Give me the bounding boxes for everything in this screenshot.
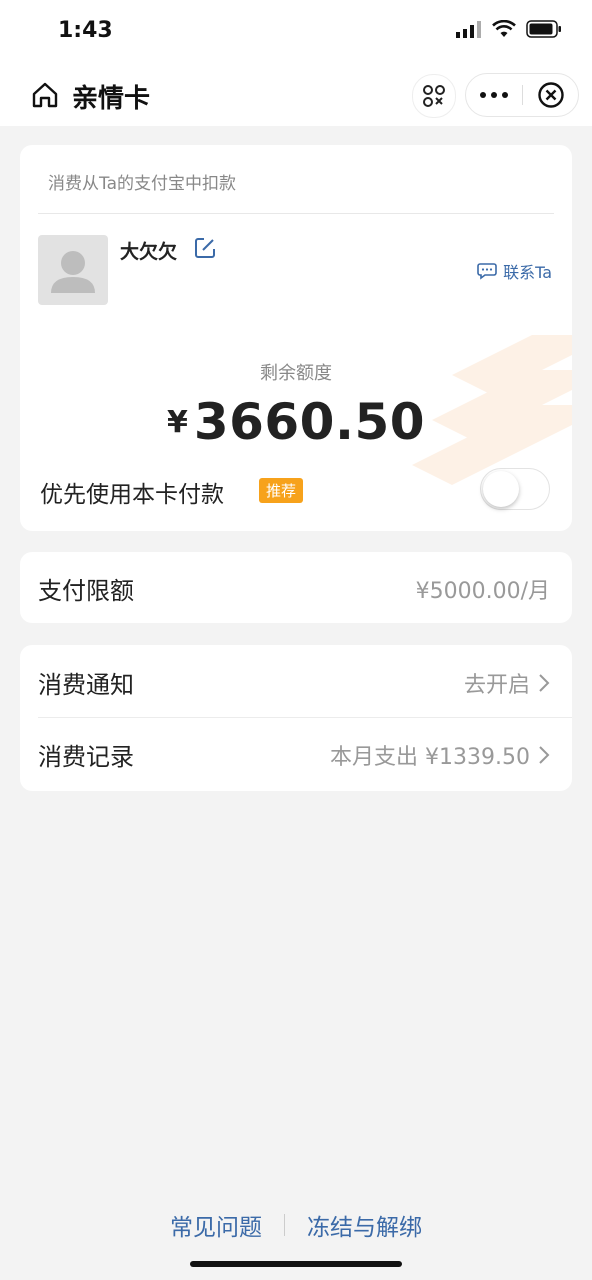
currency-symbol: ¥ (166, 404, 188, 440)
consumption-notify-label: 消费通知 (38, 671, 134, 699)
more-button[interactable] (466, 91, 522, 99)
status-time: 1:43 (58, 18, 113, 43)
toggle-knob (483, 471, 519, 507)
home-indicator (190, 1261, 402, 1267)
consumption-record-label: 消费记录 (38, 743, 134, 771)
status-bar: 1:43 (0, 0, 592, 64)
card-divider (38, 213, 554, 214)
consumption-notify-value: 去开启 (464, 667, 550, 699)
footer-divider (284, 1214, 285, 1236)
prefer-card-toggle[interactable] (480, 468, 550, 510)
consumption-notify-row[interactable]: 消费通知 去开启 (20, 645, 572, 717)
battery-icon (526, 20, 561, 38)
remaining-amount-value: 3660.50 (193, 393, 426, 451)
scan-button[interactable] (412, 74, 456, 118)
faq-link[interactable]: 常见问题 (170, 1208, 262, 1242)
default-avatar-icon (51, 251, 95, 293)
deduct-note: 消费从Ta的支付宝中扣款 (48, 174, 236, 194)
consumption-panel: 消费通知 去开启 消费记录 本月支出 ¥1339.50 (20, 645, 572, 791)
payment-limit-amount: ¥5000.00/月 (415, 579, 550, 604)
consumption-record-value: 本月支出 ¥1339.50 (330, 739, 550, 771)
family-card-panel: 消费从Ta的支付宝中扣款 大欠欠 联系Ta 剩余额度 ¥3660.50 优先使用… (20, 145, 572, 531)
username: 大欠欠 (120, 241, 178, 263)
mini-program-capsule (465, 73, 579, 117)
footer-links: 常见问题 冻结与解绑 (0, 1208, 592, 1242)
freeze-unbind-link[interactable]: 冻结与解绑 (307, 1208, 422, 1242)
contact-label: 联系Ta (503, 263, 552, 282)
remaining-label: 剩余额度 (260, 363, 332, 384)
contact-button[interactable]: 联系Ta (477, 259, 552, 283)
prefer-card-label: 优先使用本卡付款 (40, 482, 224, 508)
consumption-record-row[interactable]: 消费记录 本月支出 ¥1339.50 (20, 718, 572, 791)
wifi-icon (492, 20, 516, 37)
payment-limit-label: 支付限额 (38, 577, 134, 605)
home-icon[interactable] (30, 80, 60, 110)
more-dots-icon (480, 92, 508, 98)
page-title: 亲情卡 (72, 84, 151, 114)
payment-limit-row[interactable]: 支付限额 ¥5000.00/月 (20, 552, 572, 623)
payment-limit-value: ¥5000.00/月 (416, 573, 550, 605)
remaining-amount: ¥3660.50 (20, 393, 572, 451)
nav-bar: 亲情卡 (0, 64, 592, 126)
chevron-right-icon (539, 674, 550, 692)
avatar (38, 235, 108, 305)
monthly-spend: 本月支出 ¥1339.50 (330, 745, 530, 770)
chevron-right-icon (539, 746, 550, 764)
recommend-badge: 推荐 (259, 478, 304, 503)
close-button[interactable] (523, 81, 578, 109)
close-circle-icon (537, 82, 564, 108)
consumption-notify-action: 去开启 (463, 673, 530, 698)
cellular-signal-icon (456, 21, 481, 38)
status-icons (456, 20, 562, 38)
chat-bubble-icon (477, 263, 497, 280)
edit-icon[interactable] (192, 235, 218, 261)
scan-icon (423, 85, 445, 107)
